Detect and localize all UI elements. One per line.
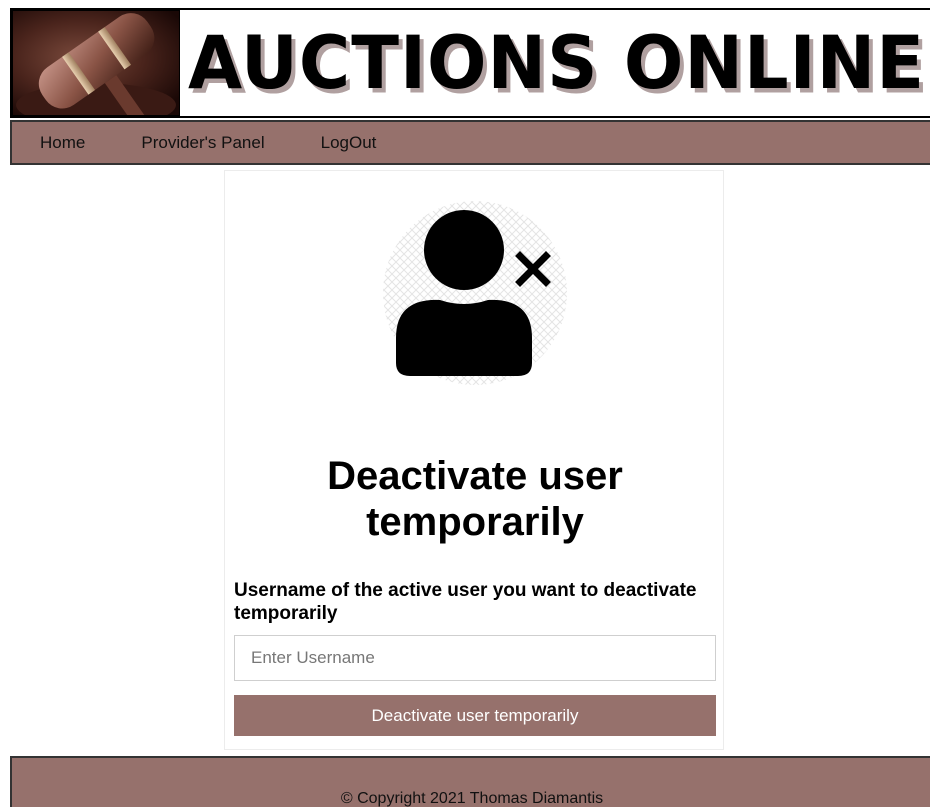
header-banner: AUCTIONS ONLINE xyxy=(10,8,930,118)
nav-home-link[interactable]: Home xyxy=(40,133,85,153)
username-input[interactable] xyxy=(234,635,716,681)
page-title: Deactivate user temporarily xyxy=(327,454,623,544)
nav-logout-link[interactable]: LogOut xyxy=(321,133,377,153)
deactivate-user-button[interactable]: Deactivate user temporarily xyxy=(234,695,716,736)
nav-providers-panel-link[interactable]: Provider's Panel xyxy=(141,133,264,153)
gavel-icon xyxy=(12,10,180,116)
username-label: Username of the active user you want to … xyxy=(234,580,697,624)
user-remove-icon xyxy=(380,198,570,388)
nav-bar: Home Provider's Panel LogOut xyxy=(10,120,930,165)
page: AUCTIONS ONLINE Home Provider's Panel Lo… xyxy=(0,0,930,807)
footer: © Copyright 2021 Thomas Diamantis xyxy=(10,756,930,807)
site-title: AUCTIONS ONLINE xyxy=(188,19,926,107)
copyright-text: © Copyright 2021 Thomas Diamantis xyxy=(340,790,604,807)
deactivate-user-card: Deactivate user temporarily Username of … xyxy=(224,170,724,750)
